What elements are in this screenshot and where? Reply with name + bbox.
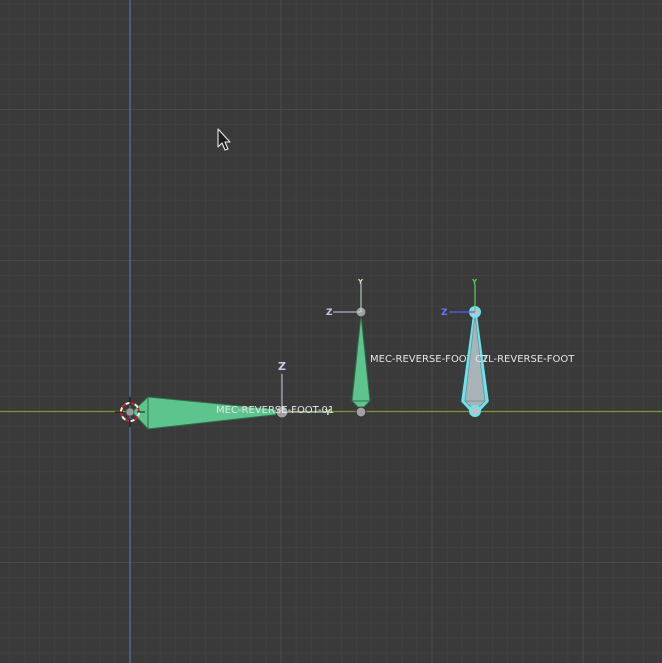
bone-name-label: CTL-REVERSE-FOOT [475, 354, 575, 365]
axis-gizmo-up-label: Y [471, 278, 478, 286]
viewport-canvas[interactable]: Z Y MEC-REVERSE-FOOT-01 Y Z MEC-REVERSE-… [0, 0, 662, 663]
bone-head-joint[interactable] [469, 405, 481, 417]
axis-gizmo-side-label: Z [441, 308, 448, 318]
axis-gizmo-up-label: Y [357, 278, 364, 286]
3d-viewport[interactable]: Z Y MEC-REVERSE-FOOT-01 Y Z MEC-REVERSE-… [0, 0, 662, 663]
axis-gizmo-side-label: Z [326, 308, 333, 318]
axis-gizmo-up-label: Z [278, 360, 286, 373]
bone-head-joint[interactable] [355, 406, 367, 418]
bone-name-label: MEC-REVERSE-FOOT-01 [216, 405, 334, 416]
